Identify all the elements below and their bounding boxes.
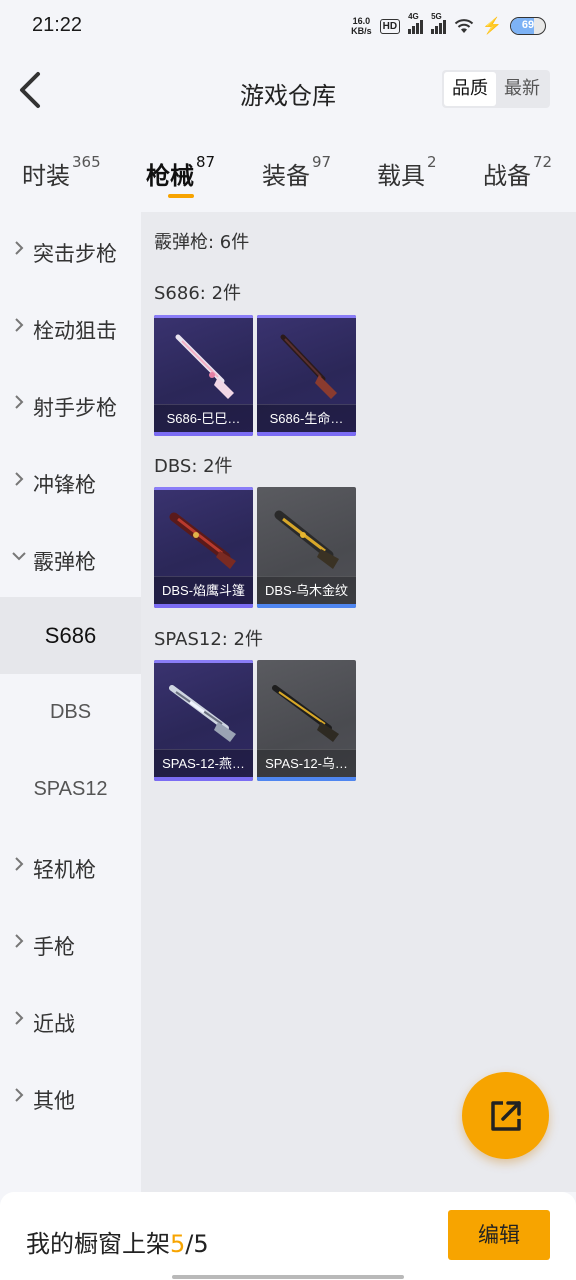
shotgun-s686-icon xyxy=(280,334,337,399)
item-name: DBS-乌木金纹 xyxy=(257,576,356,604)
chevron-right-icon xyxy=(15,395,24,409)
sort-toggle: 品质 最新 xyxy=(442,70,550,108)
chevron-right-icon xyxy=(15,934,24,948)
showcase-current: 5 xyxy=(170,1230,186,1258)
chevron-right-icon xyxy=(15,241,24,255)
rarity-bar xyxy=(154,777,253,781)
sidebar-item-pistols[interactable]: 手枪 xyxy=(0,905,141,982)
rarity-bar xyxy=(257,432,356,436)
signal-4g-icon: 4G xyxy=(408,12,424,34)
share-export-icon xyxy=(491,1101,521,1131)
chevron-right-icon xyxy=(15,1011,24,1025)
category-sidebar: 突击步枪 栓动狙击 射手步枪 冲锋枪 霰弹枪 S686 DBS SPAS12 轻… xyxy=(0,212,141,1192)
network-speed: 16.0 KB/s xyxy=(351,16,372,36)
item-card[interactable]: S686-生命… xyxy=(257,315,356,436)
sidebar-item-marksman[interactable]: 射手步枪 xyxy=(0,366,141,443)
shotgun-dbs-icon xyxy=(169,512,236,569)
showcase-total: /5 xyxy=(185,1230,209,1258)
item-card[interactable]: DBS-焰鹰斗篷 xyxy=(154,487,253,608)
chevron-right-icon xyxy=(15,318,24,332)
signal-5g-icon: 5G xyxy=(431,12,447,34)
showcase-status: 我的橱窗上架5/5 xyxy=(26,1230,209,1258)
charging-bolt-icon: ⚡ xyxy=(482,18,502,35)
chevron-down-icon xyxy=(12,552,26,561)
home-indicator[interactable] xyxy=(172,1275,404,1279)
item-name: S686-巳巳… xyxy=(154,404,253,432)
tab-battle-gear[interactable]: 战备 72 xyxy=(483,153,552,191)
item-name: SPAS-12-乌… xyxy=(257,749,356,777)
status-icons: 16.0 KB/s HD 4G 5G ⚡ 69 xyxy=(351,12,546,38)
sidebar-item-smg[interactable]: 冲锋枪 xyxy=(0,443,141,520)
sidebar-item-melee[interactable]: 近战 xyxy=(0,982,141,1059)
wifi-icon xyxy=(454,19,474,33)
chevron-right-icon xyxy=(15,1088,24,1102)
hd-icon: HD xyxy=(379,18,401,34)
shotgun-dbs-icon xyxy=(274,510,339,569)
share-button[interactable] xyxy=(462,1072,549,1159)
sidebar-sub-s686[interactable]: S686 xyxy=(0,597,141,674)
tab-fashion[interactable]: 时装 365 xyxy=(22,153,101,191)
rarity-bar xyxy=(257,604,356,608)
battery-icon: 69 xyxy=(510,17,546,35)
sidebar-item-bolt-action[interactable]: 栓动狙击 xyxy=(0,289,141,366)
rarity-bar xyxy=(154,432,253,436)
rarity-bar xyxy=(257,777,356,781)
active-tab-indicator xyxy=(168,194,194,198)
group-title-spas12: SPAS12: 2件 xyxy=(154,629,264,650)
sidebar-item-other[interactable]: 其他 xyxy=(0,1059,141,1136)
sidebar-item-lmg[interactable]: 轻机枪 xyxy=(0,828,141,905)
category-summary: 霰弹枪: 6件 xyxy=(154,232,250,253)
chevron-right-icon xyxy=(15,857,24,871)
status-time: 21:22 xyxy=(32,14,83,36)
chevron-right-icon xyxy=(15,472,24,486)
sort-newest-option[interactable]: 最新 xyxy=(496,72,548,106)
header: 游戏仓库 品质 最新 xyxy=(0,48,576,138)
category-tabs: 时装 365 枪械 87 装备 97 载具 2 战备 72 xyxy=(0,138,576,212)
item-name: SPAS-12-燕… xyxy=(154,749,253,777)
group-title-dbs: DBS: 2件 xyxy=(154,456,233,477)
status-bar: 21:22 16.0 KB/s HD 4G 5G ⚡ 69 xyxy=(0,0,576,48)
shotgun-s686-icon xyxy=(175,334,234,399)
sidebar-sub-spas12[interactable]: SPAS12 xyxy=(0,751,141,828)
tab-firearms[interactable]: 枪械 87 xyxy=(146,153,215,191)
tab-equipment[interactable]: 装备 97 xyxy=(262,153,331,191)
bottom-bar: 我的橱窗上架5/5 编辑 xyxy=(0,1192,576,1280)
item-name: S686-生命… xyxy=(257,404,356,432)
sidebar-item-assault-rifles[interactable]: 突击步枪 xyxy=(0,212,141,289)
edit-button[interactable]: 编辑 xyxy=(448,1210,550,1260)
inventory-content: 霰弹枪: 6件 S686: 2件 S686-巳巳… S686-生命… DBS: … xyxy=(141,212,576,1192)
item-card[interactable]: DBS-乌木金纹 xyxy=(257,487,356,608)
shotgun-spas12-icon xyxy=(169,685,236,742)
item-card[interactable]: SPAS-12-燕… xyxy=(154,660,253,781)
item-name: DBS-焰鹰斗篷 xyxy=(154,576,253,604)
item-card[interactable]: S686-巳巳… xyxy=(154,315,253,436)
sidebar-sub-dbs[interactable]: DBS xyxy=(0,674,141,751)
sort-quality-option[interactable]: 品质 xyxy=(444,72,496,106)
tab-vehicles[interactable]: 载具 2 xyxy=(377,153,437,191)
item-card[interactable]: SPAS-12-乌… xyxy=(257,660,356,781)
shotgun-spas12-icon xyxy=(272,685,339,742)
rarity-bar xyxy=(154,604,253,608)
sidebar-item-shotguns[interactable]: 霰弹枪 xyxy=(0,520,141,597)
group-title-s686: S686: 2件 xyxy=(154,283,242,304)
